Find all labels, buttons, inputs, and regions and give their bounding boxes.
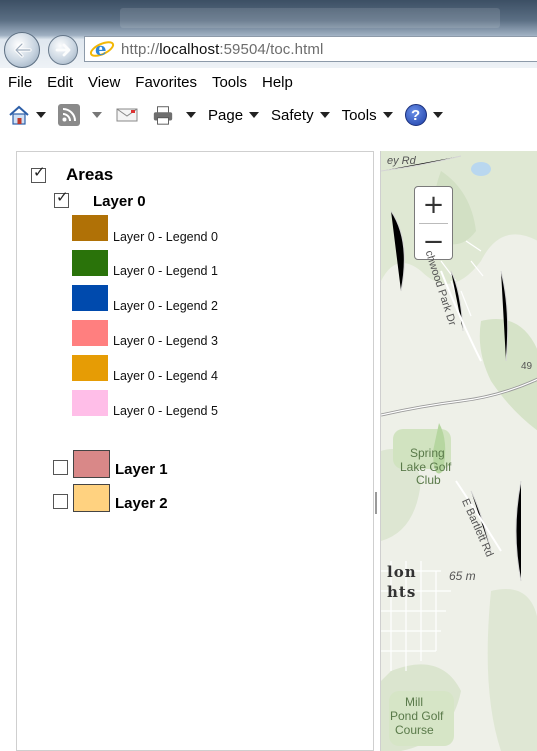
feeds-button[interactable]	[58, 104, 102, 126]
legend-swatch-4	[72, 355, 108, 381]
svg-text:e: e	[95, 39, 106, 60]
legend-label-3: Layer 0 - Legend 3	[113, 334, 218, 348]
layer2-checkbox[interactable]	[53, 494, 68, 509]
command-bar: Page Safety Tools ?	[0, 96, 537, 134]
layer2-label: Layer 2	[115, 495, 168, 512]
home-button[interactable]	[8, 104, 46, 126]
print-dropdown-caret[interactable]	[186, 112, 196, 118]
layer0-label: Layer 0	[93, 193, 146, 210]
mill-pond-label-line3: Course	[395, 723, 434, 737]
golf-label-line3: Club	[416, 473, 441, 487]
home-dropdown-caret[interactable]	[36, 112, 46, 118]
back-arrow-icon	[14, 42, 32, 58]
forward-button[interactable]	[48, 35, 78, 65]
layer1-label: Layer 1	[115, 461, 168, 478]
legend-label-4: Layer 0 - Legend 4	[113, 369, 218, 383]
read-mail-button[interactable]	[116, 104, 138, 126]
menu-bar: File Edit View Favorites Tools Help	[0, 68, 537, 96]
legend-label-5: Layer 0 - Legend 5	[113, 404, 218, 418]
forward-arrow-icon	[55, 43, 71, 57]
legend-label-0: Layer 0 - Legend 0	[113, 230, 218, 244]
checkmark-icon: ✓	[33, 164, 46, 181]
layer1-checkbox[interactable]	[53, 460, 68, 475]
legend-swatch-2	[72, 285, 108, 311]
page-content: ✓ Areas ✓ Layer 0 Layer 0 - Legend 0 Lay…	[0, 134, 537, 751]
legend-swatch-3	[72, 320, 108, 346]
areas-checkbox[interactable]: ✓	[31, 164, 46, 183]
map-label-road-top: ey Rd	[387, 155, 416, 167]
address-bar[interactable]: e http://localhost:59504/toc.html	[84, 36, 537, 62]
page-dropdown-caret	[249, 112, 260, 118]
basemap-tiles	[381, 151, 537, 751]
legend-label-1: Layer 0 - Legend 1	[113, 264, 218, 278]
menu-edit[interactable]: Edit	[47, 74, 73, 91]
legend-swatch-1	[72, 250, 108, 276]
zoom-in-button[interactable]: +	[415, 187, 452, 223]
map-label-spring-lake-golf: Spring	[410, 447, 445, 460]
tools-menu-button[interactable]: Tools	[342, 107, 393, 124]
home-icon	[8, 104, 30, 126]
golf-label-line2: Lake Golf	[400, 460, 452, 474]
map-label-route-49: 49	[521, 361, 533, 372]
golf-label-line1: Spring	[410, 446, 445, 460]
help-icon: ?	[404, 104, 427, 126]
print-button[interactable]	[152, 104, 196, 126]
panel-splitter-handle[interactable]	[375, 492, 377, 514]
tools-menu-label: Tools	[341, 106, 377, 124]
feeds-dropdown-caret[interactable]	[92, 112, 102, 118]
printer-icon	[152, 104, 174, 126]
map-label-town-1: lon	[387, 563, 417, 581]
safety-menu-label: Safety	[271, 106, 314, 124]
checkmark-icon: ✓	[56, 189, 69, 206]
legend-label-2: Layer 0 - Legend 2	[113, 299, 218, 313]
map-view[interactable]: + − ey Rd chwood Park Dr 49 Spring Lake …	[380, 151, 537, 751]
page-menu-label: Page	[208, 106, 244, 124]
back-button[interactable]	[4, 32, 40, 68]
help-dropdown-caret[interactable]	[432, 112, 443, 118]
background-window-ghost	[120, 8, 500, 28]
safety-dropdown-caret	[319, 112, 330, 118]
areas-group-label: Areas	[66, 165, 114, 184]
map-label-town-2: hts	[387, 583, 417, 601]
legend-swatch-5	[72, 390, 108, 416]
menu-tools[interactable]: Tools	[212, 74, 247, 91]
url-text[interactable]: http://localhost:59504/toc.html	[121, 41, 323, 58]
tools-dropdown-caret	[382, 112, 393, 118]
menu-file[interactable]: File	[8, 74, 32, 91]
mill-pond-label-line1: Mill	[405, 695, 423, 709]
map-label-elevation: 65 m	[449, 569, 476, 583]
menu-view[interactable]: View	[88, 74, 120, 91]
menu-favorites[interactable]: Favorites	[135, 74, 197, 91]
layer2-swatch	[73, 484, 110, 512]
page-menu-button[interactable]: Page	[208, 106, 260, 124]
table-of-contents-panel: ✓ Areas ✓ Layer 0 Layer 0 - Legend 0 Lay…	[16, 151, 374, 751]
help-button[interactable]: ?	[404, 104, 443, 126]
layer1-swatch	[73, 450, 110, 478]
layer0-checkbox[interactable]: ✓	[54, 189, 69, 208]
rss-feed-icon	[58, 104, 80, 126]
legend-swatch-0	[72, 215, 108, 241]
menu-help[interactable]: Help	[262, 74, 293, 91]
mill-pond-label-line2: Pond Golf	[390, 709, 444, 723]
ie-logo-icon: e	[89, 39, 115, 60]
mail-icon	[116, 104, 138, 126]
safety-menu-button[interactable]: Safety	[271, 107, 330, 124]
